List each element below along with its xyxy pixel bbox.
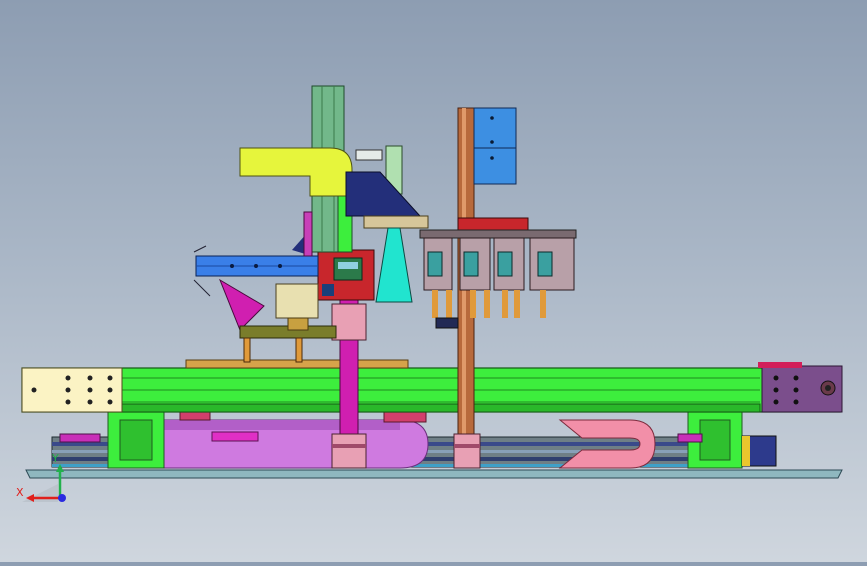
blue-arm	[193, 211, 319, 297]
frame-support-left	[107, 411, 165, 469]
gripper-unit	[529, 237, 575, 318]
blue-panel	[473, 107, 517, 185]
x-axis-label: X	[16, 486, 24, 499]
gripper-unit	[493, 237, 525, 318]
base-plate	[25, 469, 843, 479]
gripper-array	[419, 217, 577, 329]
main-beam	[21, 367, 841, 413]
navy-wedge	[345, 171, 429, 229]
motor-block	[741, 435, 777, 467]
gripper-unit	[423, 237, 453, 318]
y-axis-label: Y	[51, 452, 59, 465]
end-plate-left	[21, 367, 123, 413]
magenta-wedge	[218, 278, 265, 331]
cyan-cone	[375, 227, 413, 303]
z-axis-dot	[58, 494, 66, 502]
cable-chain-left	[159, 419, 429, 469]
cad-viewport[interactable]: X Y	[0, 0, 867, 562]
end-plate-right	[758, 362, 843, 413]
gripper-block	[317, 249, 375, 301]
